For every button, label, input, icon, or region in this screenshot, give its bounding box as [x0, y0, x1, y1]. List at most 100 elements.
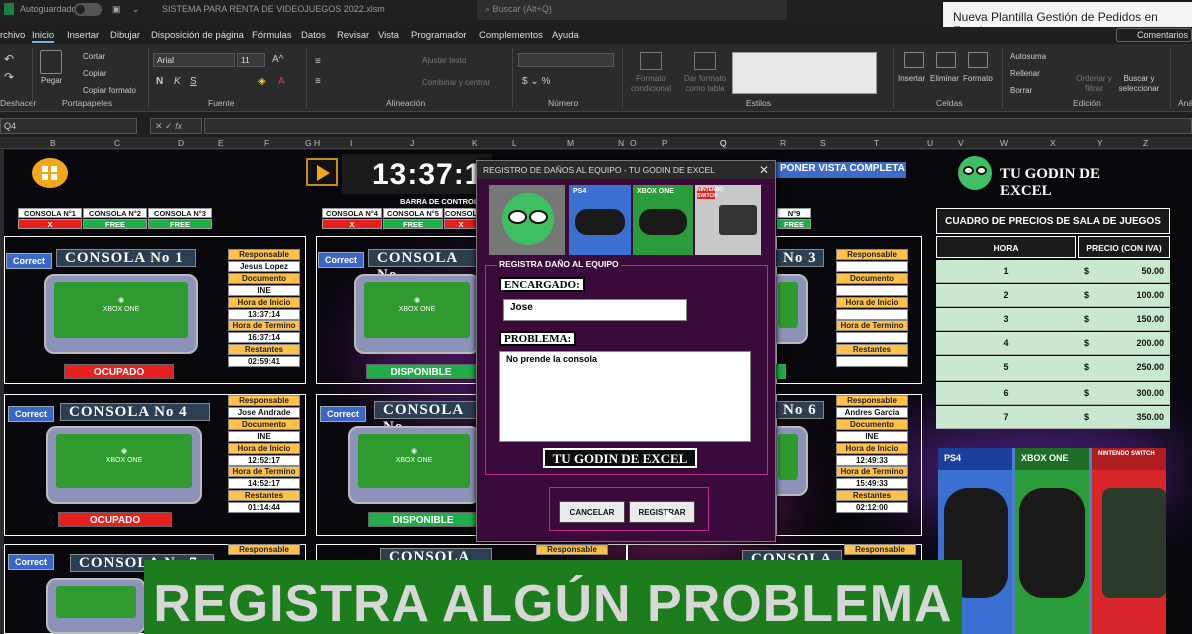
wrap-text-button[interactable]: Ajustar texto	[422, 56, 466, 65]
bold-icon[interactable]: N	[156, 76, 163, 87]
encargado-input[interactable]: Jose	[503, 299, 687, 321]
cut-button[interactable]: Cortar	[83, 52, 105, 61]
column-header[interactable]: C	[114, 138, 120, 148]
menu-grid-button[interactable]	[32, 158, 68, 188]
column-header[interactable]: N	[618, 138, 624, 148]
column-header[interactable]: M	[567, 138, 574, 148]
tab-insertar[interactable]: Insertar	[67, 30, 99, 41]
search-box[interactable]: ⌕ Buscar (Alt+Q)	[477, 0, 787, 20]
fill-button[interactable]: Rellenar	[1010, 69, 1040, 78]
console-status-value: X	[18, 219, 82, 229]
column-header[interactable]: Y	[1097, 138, 1103, 148]
clear-button[interactable]: Borrar	[1010, 86, 1032, 95]
column-header[interactable]: I	[350, 138, 352, 148]
find-select-button[interactable]: Buscar y seleccionar	[1114, 74, 1164, 94]
font-grow-icon[interactable]: A^	[272, 54, 283, 65]
cell-styles-gallery[interactable]	[732, 52, 877, 94]
column-header[interactable]: D	[178, 138, 184, 148]
console-status: OCUPADO	[64, 364, 174, 379]
font-size-select[interactable]: 11	[237, 53, 265, 67]
insert-cells-button[interactable]: Insertar	[898, 74, 925, 83]
autosum-button[interactable]: Autosuma	[1010, 52, 1046, 61]
tab-inicio[interactable]: Inicio	[32, 30, 55, 43]
column-header[interactable]: H	[314, 138, 320, 148]
tab-complementos[interactable]: Complementos	[479, 30, 543, 41]
tab-ayuda[interactable]: Ayuda	[552, 30, 579, 41]
column-header[interactable]: X	[1050, 138, 1056, 148]
insert-cells-icon[interactable]	[904, 52, 924, 68]
column-header[interactable]: T	[874, 138, 879, 148]
column-header[interactable]: R	[780, 138, 786, 148]
vista-completa-button[interactable]: PONER VISTA COMPLETA	[772, 162, 906, 178]
column-header[interactable]: G	[305, 138, 312, 148]
column-header-active[interactable]: Q	[720, 138, 727, 148]
column-header[interactable]: O	[630, 138, 637, 148]
column-header[interactable]: K	[472, 138, 478, 148]
number-format-select[interactable]	[518, 53, 614, 67]
tab-formulas[interactable]: Fórmulas	[252, 30, 292, 41]
column-header[interactable]: W	[1000, 138, 1008, 148]
formula-input[interactable]	[204, 118, 1192, 134]
info-value: 13:37:14	[228, 309, 300, 320]
autosave-toggle[interactable]	[74, 3, 102, 16]
italic-icon[interactable]: K	[174, 76, 181, 87]
column-header[interactable]: F	[264, 138, 269, 148]
tab-programador[interactable]: Programador	[411, 30, 466, 41]
tab-disposicion[interactable]: Disposición de página	[151, 30, 244, 41]
column-header[interactable]: B	[50, 138, 56, 148]
problema-textarea[interactable]: No prende la consola	[499, 351, 751, 442]
correct-button[interactable]: Correct	[318, 252, 364, 268]
cond-format-icon[interactable]	[640, 52, 662, 70]
column-header[interactable]: L	[512, 138, 517, 148]
comments-button[interactable]: Comentarios	[1116, 28, 1192, 42]
tab-revisar[interactable]: Revisar	[337, 30, 369, 41]
correct-button[interactable]: Correct	[8, 554, 54, 570]
delete-cells-icon[interactable]	[936, 52, 956, 68]
save-icon[interactable]: ▣	[112, 4, 121, 15]
column-header[interactable]: J	[410, 138, 414, 148]
close-icon[interactable]: ✕	[759, 163, 769, 177]
qat-dropdown-icon[interactable]: ⌄	[132, 4, 140, 15]
price-hour: 2	[1003, 290, 1009, 300]
column-header[interactable]: V	[958, 138, 964, 148]
format-table-button[interactable]: Dar formato como tabla	[682, 74, 728, 94]
align-left-icon[interactable]: ≡	[315, 76, 321, 87]
font-name-select[interactable]: Arial	[153, 53, 235, 67]
tab-archivo[interactable]: rchivo	[0, 30, 25, 41]
underline-icon[interactable]: S	[190, 76, 197, 87]
cond-format-button[interactable]: Formato condicional	[628, 74, 674, 94]
format-cells-button[interactable]: Formato	[963, 74, 993, 83]
redo-icon[interactable]: ↷	[4, 70, 14, 84]
correct-button[interactable]: Correct	[8, 406, 54, 422]
fx-icon[interactable]: ✕ ✓ fx	[150, 118, 202, 134]
correct-button[interactable]: Correct	[6, 253, 52, 269]
fill-color-icon[interactable]: ◈	[258, 76, 266, 87]
tab-datos[interactable]: Datos	[301, 30, 326, 41]
copy-format-button[interactable]: Copiar formato	[83, 86, 136, 95]
tab-vista[interactable]: Vista	[378, 30, 399, 41]
copy-button[interactable]: Copiar	[83, 69, 107, 78]
format-table-icon[interactable]	[694, 52, 716, 70]
correct-button[interactable]: Correct	[320, 406, 366, 422]
tab-dibujar[interactable]: Dibujar	[110, 30, 140, 41]
ribbon-separator	[148, 48, 149, 108]
merge-center-button[interactable]: Combinar y centrar	[422, 78, 490, 87]
info-value	[836, 285, 908, 296]
column-header[interactable]: E	[218, 138, 224, 148]
font-color-icon[interactable]: A	[278, 76, 285, 87]
paste-icon[interactable]	[40, 50, 62, 74]
column-header[interactable]: P	[662, 138, 668, 148]
cancel-button[interactable]: CANCELAR	[559, 501, 625, 523]
undo-icon[interactable]: ↶	[4, 52, 14, 66]
sort-filter-button[interactable]: Ordenar y filtrar	[1074, 74, 1114, 94]
align-top-icon[interactable]: ≡	[315, 56, 321, 67]
play-button[interactable]	[306, 158, 338, 186]
glasses-icon	[963, 166, 974, 175]
currency-icon[interactable]: $ ⌄ %	[522, 76, 550, 87]
delete-cells-button[interactable]: Eliminar	[930, 74, 959, 83]
name-box[interactable]: Q4	[0, 118, 137, 134]
format-cells-icon[interactable]	[968, 52, 988, 68]
column-header[interactable]: Z	[1143, 138, 1148, 148]
column-header[interactable]: U	[927, 138, 933, 148]
column-header[interactable]: S	[820, 138, 826, 148]
